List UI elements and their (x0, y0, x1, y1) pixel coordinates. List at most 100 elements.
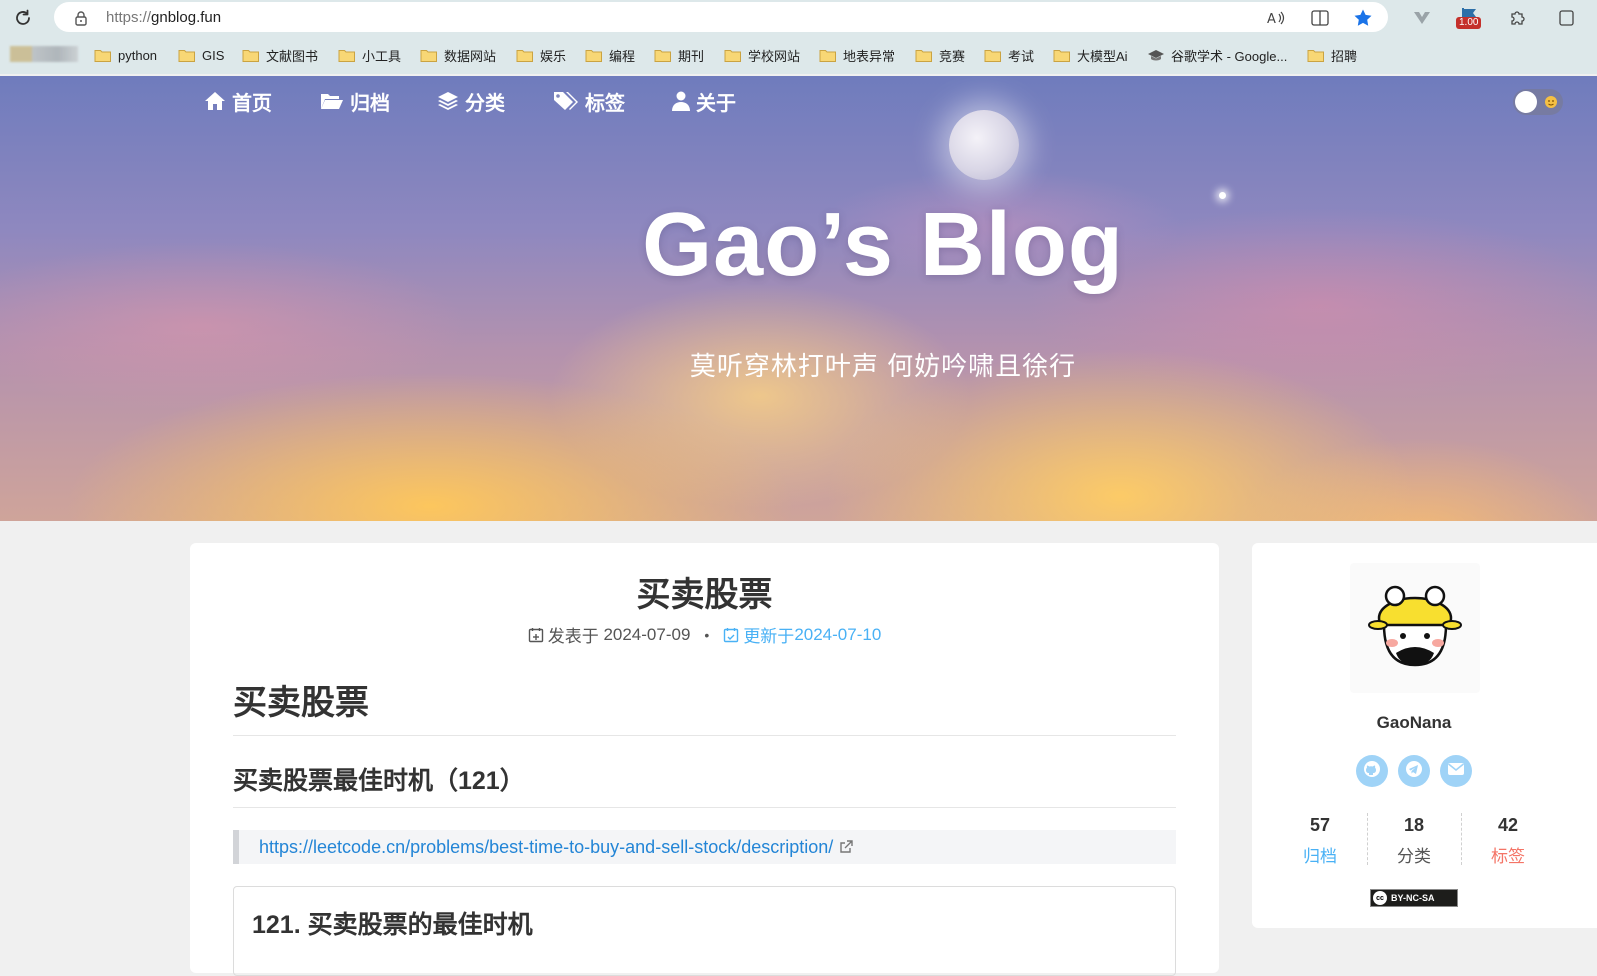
email-button[interactable] (1440, 755, 1472, 787)
github-icon (1363, 760, 1381, 783)
cc-logo-icon: cc (1373, 891, 1387, 905)
read-aloud-icon[interactable]: A (1266, 8, 1286, 28)
bookmark-python[interactable]: python (94, 45, 157, 65)
telegram-button[interactable] (1398, 755, 1430, 787)
bookmark-tools[interactable]: 小工具 (338, 45, 401, 65)
favorite-star-icon[interactable] (1353, 8, 1373, 28)
stat-categories[interactable]: 18 分类 (1367, 815, 1461, 867)
bookmark-school-sites[interactable]: 学校网站 (724, 45, 800, 65)
nav-archives[interactable]: 归档 (320, 86, 390, 116)
meta-separator: • (704, 626, 710, 643)
bookmark-surface-anomaly[interactable]: 地表异常 (819, 45, 895, 65)
updated-label: 更新于 (743, 627, 795, 646)
lock-icon[interactable] (74, 10, 88, 31)
extension-badge: 1.00 (1456, 17, 1482, 29)
bookmark-data-sites[interactable]: 数据网站 (420, 45, 496, 65)
site-subtitle: 莫听穿林打叶声 何妨吟啸且徐行 (689, 351, 1077, 381)
bookmark-label: 竞赛 (939, 48, 966, 64)
author-card: GaoNana 57 归档 18 分类 42 标签 cc BY-NC-SA (1252, 543, 1597, 928)
bookmark-gis[interactable]: GIS (178, 45, 224, 65)
post-title: 买卖股票 (636, 576, 773, 614)
reload-icon[interactable] (11, 6, 35, 30)
avatar[interactable] (1350, 563, 1480, 693)
bookmark-programming[interactable]: 编程 (585, 45, 635, 65)
nav-tags[interactable]: 标签 (553, 86, 625, 116)
bookmark-literature[interactable]: 文献图书 (242, 45, 318, 65)
bookmark-label: 文献图书 (266, 48, 319, 64)
bookmark-label: 编程 (609, 48, 636, 64)
folder-icon (915, 49, 932, 62)
telegram-icon (1405, 760, 1423, 783)
bookmark-label: 小工具 (362, 48, 402, 64)
license-badge[interactable]: cc BY-NC-SA (1370, 889, 1458, 907)
problem-title: 121. 买卖股票的最佳时机 (252, 911, 533, 939)
bookmark-llm-ai[interactable]: 大模型Ai (1053, 45, 1128, 65)
nav-home[interactable]: 首页 (204, 86, 272, 116)
url-scheme: https:// (106, 9, 152, 26)
stat-count: 57 (1309, 815, 1331, 835)
published-label: 发表于 (547, 627, 599, 646)
bookmark-label: python (118, 47, 158, 63)
folder-icon (420, 49, 437, 62)
bookmark-label: 期刊 (678, 48, 705, 64)
folder-icon (819, 49, 836, 62)
folder-open-icon (320, 92, 344, 110)
bookmark-label: 招聘 (1331, 48, 1358, 64)
toggle-knob (1515, 91, 1537, 113)
bookmark-label: 娱乐 (540, 48, 567, 64)
nav-label: 归档 (350, 92, 390, 115)
bookmark-entertainment[interactable]: 娱乐 (516, 45, 566, 65)
extension-v-icon[interactable] (1411, 7, 1433, 29)
bookmark-label: 数据网站 (444, 48, 497, 64)
site-title: Gao’s Blog (642, 195, 1124, 295)
license-text: BY-NC-SA (1391, 893, 1435, 903)
bookmark-label: 学校网站 (748, 48, 801, 64)
published-value: 2024-07-09 (603, 624, 691, 644)
moon-image (949, 110, 1019, 180)
url-text[interactable]: https://gnblog.fun (106, 9, 221, 26)
extensions-puzzle-icon[interactable] (1507, 7, 1529, 29)
address-bar[interactable]: https://gnblog.fun A (54, 2, 1388, 32)
stat-count: 18 (1403, 815, 1425, 835)
bookmark-label: 大模型Ai (1077, 48, 1128, 64)
nav-categories[interactable]: 分类 (437, 86, 505, 116)
bookmark-competitions[interactable]: 竞赛 (915, 45, 965, 65)
content-heading-1: 买卖股票 (233, 675, 1176, 736)
content-heading-2: 买卖股票最佳时机（121） (233, 761, 1176, 808)
bookmark-blurred[interactable] (10, 46, 78, 62)
split-screen-icon[interactable] (1310, 8, 1330, 28)
folder-icon (654, 49, 671, 62)
github-button[interactable] (1356, 755, 1388, 787)
bookmark-exams[interactable]: 考试 (984, 45, 1034, 65)
published-date: 发表于 2024-07-09 (528, 622, 691, 647)
stat-label: 归档 (1303, 847, 1337, 866)
browser-toolbar: https://gnblog.fun A 1.00 (0, 0, 1597, 36)
layers-icon (437, 91, 459, 111)
bookmark-journals[interactable]: 期刊 (654, 45, 704, 65)
leetcode-link[interactable]: https://leetcode.cn/problems/best-time-t… (259, 837, 833, 858)
nav-label: 分类 (465, 92, 505, 115)
dark-mode-toggle[interactable] (1513, 89, 1563, 115)
folder-icon (94, 49, 111, 62)
tags-icon (553, 91, 579, 111)
stat-count: 42 (1497, 815, 1519, 835)
updated-date: 更新于 2024-07-10 (723, 622, 881, 647)
bookmark-recruitment[interactable]: 招聘 (1307, 45, 1357, 65)
nav-label: 关于 (696, 92, 736, 115)
svg-text:A: A (1267, 12, 1276, 26)
bookmark-label: 地表异常 (843, 48, 896, 64)
folder-icon (1307, 49, 1324, 62)
blockquote: https://leetcode.cn/problems/best-time-t… (233, 830, 1176, 864)
stat-tags[interactable]: 42 标签 (1461, 815, 1555, 867)
email-icon (1447, 762, 1465, 781)
bookmark-google-scholar[interactable]: 谷歌学术 - Google... (1147, 45, 1287, 65)
stat-archives[interactable]: 57 归档 (1273, 815, 1367, 867)
post-meta: 发表于 2024-07-09 • 更新于 2024-07-10 (190, 622, 1219, 647)
nav-about[interactable]: 关于 (672, 86, 736, 116)
updated-value: 2024-07-10 (794, 624, 882, 644)
collections-icon[interactable] (1555, 7, 1577, 29)
nav-label: 标签 (585, 92, 625, 115)
folder-icon (516, 49, 533, 62)
folder-icon (178, 49, 195, 62)
bookmark-label: 考试 (1008, 48, 1035, 64)
